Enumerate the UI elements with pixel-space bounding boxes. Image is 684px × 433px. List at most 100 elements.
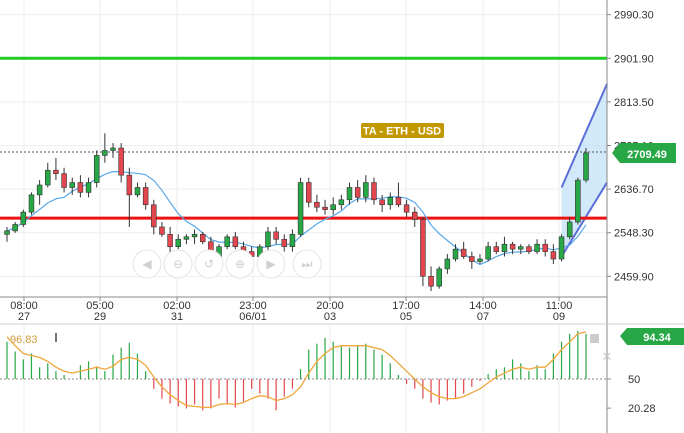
candle-body	[159, 226, 165, 235]
candle	[330, 197, 336, 215]
candle-body	[403, 204, 410, 213]
candle	[338, 194, 345, 210]
candle-body	[379, 199, 385, 206]
candle	[550, 244, 557, 264]
candle	[534, 239, 540, 255]
candle	[428, 266, 434, 292]
candle	[363, 175, 369, 203]
candle-body	[142, 187, 149, 206]
candle-body	[371, 182, 377, 201]
chart-title: TA - ETH - USD	[363, 126, 441, 138]
x-tick-date: 07	[477, 311, 489, 323]
candle-body	[305, 182, 312, 203]
candle	[273, 226, 279, 245]
candle	[77, 175, 84, 198]
candle-body	[469, 256, 475, 262]
candle-body	[346, 187, 353, 201]
candle	[53, 157, 59, 181]
chevron-left-icon: ◀	[142, 257, 152, 271]
candle	[36, 180, 43, 205]
candle-body	[436, 268, 442, 287]
candle-body	[558, 236, 565, 260]
pane-close-icon[interactable]: ✕	[602, 349, 613, 364]
x-tick-date: 06/01	[239, 311, 267, 323]
candle-body	[183, 236, 190, 240]
candle	[518, 244, 524, 255]
candle-body	[175, 238, 181, 247]
candle	[102, 133, 108, 163]
candle	[403, 199, 410, 218]
trading-chart: TA - ETH - USD ◀ ⊖ ↺ ⊕ ▶ ⏭ 08:002705:002…	[0, 0, 684, 433]
nav-controls: ◀ ⊖ ↺ ⊕ ▶ ⏭	[132, 249, 322, 279]
candle	[151, 199, 157, 235]
candle	[142, 182, 149, 210]
candle	[118, 143, 124, 183]
candle-body	[134, 187, 141, 196]
candle-body	[232, 236, 239, 247]
candle	[159, 222, 165, 237]
y-tick-label: 2636.70	[614, 184, 654, 196]
candle	[575, 177, 581, 225]
candle-body	[387, 197, 394, 206]
candle	[436, 266, 442, 289]
x-axis-labels: 08:002705:002902:003123:0006/0120:000317…	[10, 297, 572, 323]
candle-body	[45, 169, 51, 186]
candle-body	[583, 152, 589, 181]
candle-body	[411, 211, 418, 220]
oscillator-line	[6, 331, 587, 409]
candle-body	[395, 197, 402, 206]
candle-body	[550, 251, 557, 260]
oscillator-y-labels: 50 20.28	[607, 374, 656, 415]
y-tick-label: 2459.90	[614, 271, 654, 283]
candle	[469, 251, 475, 269]
candle	[346, 182, 353, 205]
candle	[420, 217, 426, 287]
oscillator-pane-controls: ✕	[590, 334, 612, 364]
candle	[45, 162, 51, 188]
candle	[4, 226, 10, 242]
oscillator-current-label: 94.34	[643, 332, 671, 344]
candle	[477, 254, 483, 264]
candle-body	[444, 258, 451, 270]
candle	[395, 182, 402, 208]
candle-body	[12, 224, 18, 232]
horizontal-grid	[0, 14, 607, 277]
candle-body	[338, 199, 345, 206]
y-tick-label: 2990.30	[614, 10, 654, 22]
candle	[12, 222, 18, 233]
candle-body	[265, 231, 271, 247]
candle	[314, 194, 320, 213]
candle-body	[575, 179, 581, 223]
oscillator-value-label: 96.83	[10, 334, 38, 346]
reset-icon: ↺	[204, 257, 214, 271]
candle-body	[281, 238, 288, 247]
candle-body	[330, 204, 336, 210]
zoom-in-icon: ⊕	[235, 257, 245, 271]
candle-body	[566, 221, 573, 238]
candle-body	[297, 182, 304, 235]
y-tick-label: 2813.50	[614, 97, 654, 109]
candle	[232, 231, 239, 250]
x-tick-date: 27	[18, 311, 30, 323]
candle-body	[85, 182, 92, 193]
pane-settings-button[interactable]	[590, 334, 599, 343]
chart-title-tag: TA - ETH - USD	[361, 123, 444, 138]
candle-body	[110, 147, 116, 151]
candle-body	[534, 243, 540, 252]
candle-body	[77, 182, 84, 193]
candle-body	[428, 275, 434, 287]
candle	[297, 177, 304, 237]
candle-body	[322, 206, 328, 210]
candle	[191, 229, 198, 245]
candle	[387, 192, 394, 210]
oscillator-y-label: 20.28	[628, 403, 656, 415]
candle-body	[28, 194, 35, 213]
candle	[558, 234, 565, 262]
candle-body	[477, 258, 483, 262]
vertical-grid	[23, 0, 560, 433]
go-to-end-icon: ⏭	[302, 257, 313, 271]
candle-body	[485, 246, 491, 260]
x-tick-date: 31	[171, 311, 183, 323]
candle	[485, 241, 491, 262]
candle-body	[126, 174, 133, 196]
